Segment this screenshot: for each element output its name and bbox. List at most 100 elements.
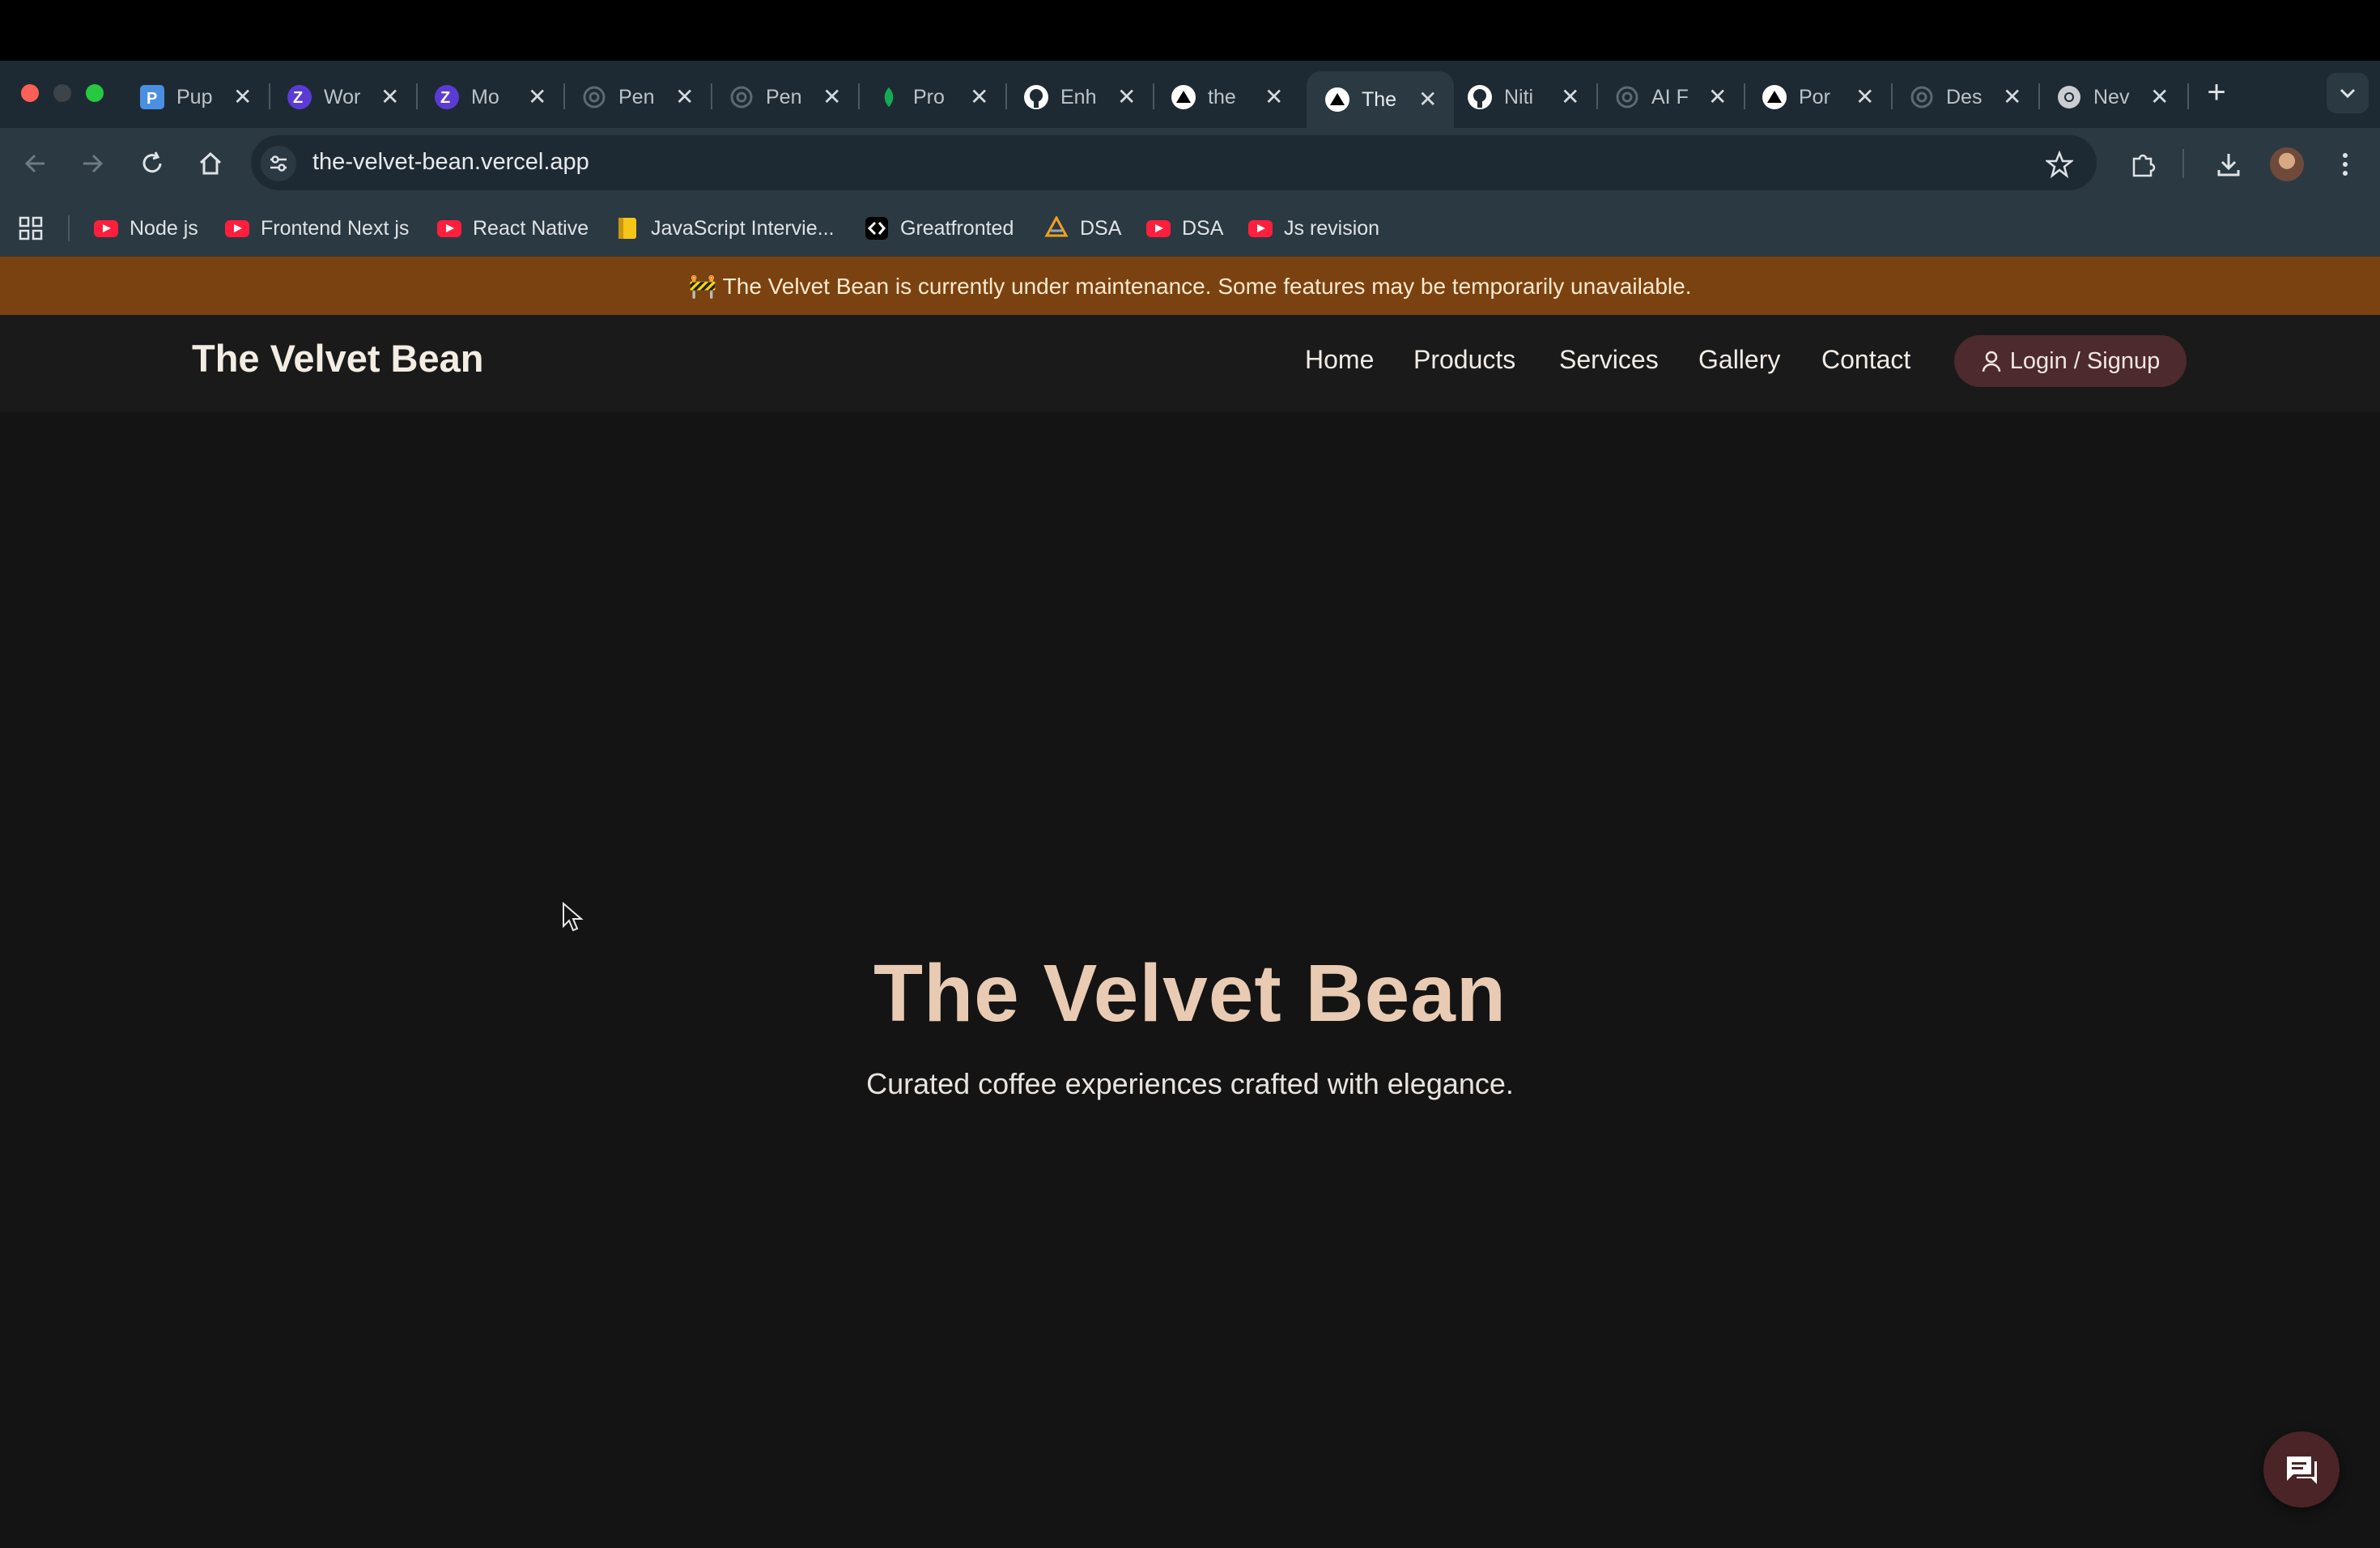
- tab-title: Wor: [324, 85, 361, 108]
- site-info-button[interactable]: [261, 146, 296, 181]
- tab-title: Pen: [618, 85, 655, 108]
- nav-link-services[interactable]: Services: [1559, 345, 1659, 375]
- chat-bubble-icon: [2287, 1457, 2317, 1484]
- apps-grid-button[interactable]: [18, 215, 44, 241]
- svg-text:Z: Z: [293, 89, 303, 107]
- tab[interactable]: AI F ✕: [1596, 71, 1744, 123]
- bookmark-item[interactable]: JavaScript Intervie...: [615, 214, 834, 243]
- bookmark-item[interactable]: Frontend Next js: [225, 214, 409, 243]
- login-signup-button[interactable]: Login / Signup: [1954, 335, 2187, 387]
- downloads-button[interactable]: [2212, 147, 2246, 181]
- tab-close-button[interactable]: ✕: [2003, 86, 2021, 108]
- bookmark-label: Js revision: [1284, 216, 1380, 240]
- tab-title: Pup: [176, 85, 213, 108]
- tab-active[interactable]: The ✕: [1307, 71, 1454, 128]
- tab-title: Des: [1946, 85, 1983, 108]
- tab[interactable]: Pro ✕: [858, 71, 1005, 123]
- site-logo[interactable]: The Velvet Bean: [192, 336, 484, 381]
- nav-link-home[interactable]: Home: [1305, 345, 1374, 375]
- p-logo-icon: P: [139, 84, 165, 110]
- tab[interactable]: Por ✕: [1744, 71, 1891, 123]
- tab[interactable]: Des ✕: [1891, 71, 2038, 123]
- youtube-icon: [437, 219, 461, 237]
- hero-title: The Velvet Bean: [873, 948, 1507, 1039]
- back-button[interactable]: [18, 146, 53, 181]
- tab-close-button[interactable]: ✕: [1418, 88, 1437, 111]
- github-icon: [1467, 84, 1493, 110]
- nav-link-contact[interactable]: Contact: [1821, 345, 1910, 375]
- tab-close-button[interactable]: ✕: [2150, 86, 2169, 108]
- tab-close-button[interactable]: ✕: [1117, 86, 1136, 108]
- tab-close-button[interactable]: ✕: [1264, 86, 1283, 108]
- reload-button[interactable]: [134, 146, 170, 181]
- tab-search-button[interactable]: [2327, 73, 2369, 113]
- maximize-window-button[interactable]: [86, 84, 104, 102]
- tab[interactable]: Z Mo ✕: [416, 71, 563, 123]
- tab-title: Mo: [471, 85, 499, 108]
- forward-button[interactable]: [74, 146, 110, 181]
- nav-link-gallery[interactable]: Gallery: [1698, 345, 1780, 375]
- download-icon: [2217, 154, 2240, 176]
- arrow-left-icon: [24, 154, 45, 173]
- url-text[interactable]: the-velvet-bean.vercel.app: [312, 149, 589, 176]
- tab-close-button[interactable]: ✕: [822, 86, 841, 108]
- bookmark-item[interactable]: Node js: [94, 214, 198, 243]
- tab-close-button[interactable]: ✕: [380, 86, 399, 108]
- hero-subtitle: Curated coffee experiences crafted with …: [866, 1067, 1514, 1100]
- bookmarks-separator: [68, 215, 70, 241]
- puzzle-icon: [2132, 154, 2156, 177]
- tab-close-button[interactable]: ✕: [1708, 86, 1727, 108]
- bookmark-item[interactable]: DSA: [1044, 214, 1121, 243]
- home-button[interactable]: [193, 146, 228, 181]
- bookmark-label: JavaScript Intervie...: [651, 216, 835, 240]
- bookmark-label: DSA: [1182, 216, 1224, 240]
- bookmark-star-button[interactable]: [2043, 148, 2076, 181]
- tab-title: Pen: [766, 85, 802, 108]
- dsa-icon: [1044, 216, 1069, 237]
- tab[interactable]: Enh ✕: [1005, 71, 1153, 123]
- tab-separator: [2187, 83, 2189, 109]
- toolbar-separator: [2182, 149, 2184, 178]
- z-logo-icon: Z: [434, 84, 460, 110]
- vercel-icon: [1324, 87, 1350, 113]
- nav-link-products[interactable]: Products: [1413, 345, 1515, 375]
- tab-close-button[interactable]: ✕: [528, 86, 546, 108]
- openai-icon: [581, 84, 607, 110]
- bookmark-label: Greatfronted: [900, 216, 1014, 240]
- bookmark-item[interactable]: Js revision: [1248, 214, 1379, 243]
- tab-title: Enh: [1060, 85, 1097, 108]
- tab[interactable]: Pen ✕: [711, 71, 858, 123]
- tab[interactable]: P Pup ✕: [121, 71, 269, 123]
- chat-button[interactable]: [2263, 1431, 2340, 1508]
- z-logo-icon: Z: [287, 84, 312, 110]
- star-icon: [2046, 151, 2073, 178]
- mouse-cursor-icon: [562, 901, 586, 938]
- screen-top-bar: [0, 0, 2380, 61]
- openai-icon: [1909, 84, 1935, 110]
- tab-close-button[interactable]: ✕: [970, 86, 988, 108]
- new-tab-button[interactable]: +: [2200, 74, 2233, 110]
- tab[interactable]: Niti ✕: [1449, 71, 1596, 123]
- svg-text:P: P: [147, 90, 157, 108]
- browser-menu-button[interactable]: [2331, 147, 2359, 181]
- bookmark-item[interactable]: DSA: [1146, 214, 1223, 243]
- tab[interactable]: Nev ✕: [2038, 71, 2186, 123]
- tab-title: The: [1362, 87, 1397, 111]
- tab[interactable]: Z Wor ✕: [269, 71, 416, 123]
- minimize-window-button[interactable]: [53, 84, 71, 102]
- vercel-icon: [1762, 84, 1787, 110]
- tab-title: Niti: [1504, 85, 1534, 108]
- profile-avatar[interactable]: [2270, 147, 2304, 181]
- tab-close-button[interactable]: ✕: [1561, 86, 1579, 108]
- tab-close-button[interactable]: ✕: [675, 86, 694, 108]
- github-icon: [1023, 84, 1049, 110]
- bookmark-item[interactable]: React Native: [437, 214, 589, 243]
- tab-close-button[interactable]: ✕: [1855, 86, 1874, 108]
- tab-close-button[interactable]: ✕: [233, 86, 252, 108]
- bookmark-item[interactable]: Greatfronted: [865, 214, 1014, 243]
- tab[interactable]: Pen ✕: [563, 71, 711, 123]
- tab[interactable]: the ✕: [1153, 71, 1300, 123]
- close-window-button[interactable]: [21, 84, 39, 102]
- user-icon: [1982, 351, 2001, 372]
- extensions-button[interactable]: [2126, 147, 2160, 181]
